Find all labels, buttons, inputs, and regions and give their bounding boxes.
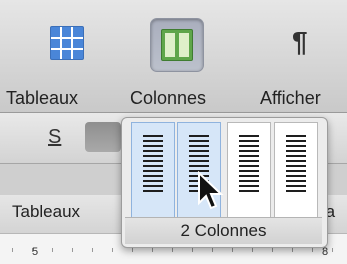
tableaux-label: Tableaux (6, 88, 79, 108)
mouse-pointer-icon (198, 171, 224, 210)
columns-count-label: 2 Colonnes (125, 217, 322, 244)
underline-button[interactable]: S (48, 126, 61, 149)
four-columns-option[interactable] (274, 122, 318, 218)
tableaux-toolbar-button[interactable]: Tableaux (0, 0, 126, 112)
colonnes-label: Colonnes (130, 88, 207, 108)
afficher-label: Afficher (260, 88, 321, 108)
three-columns-icon (239, 135, 259, 195)
format-toggle-button[interactable] (85, 122, 121, 152)
toolbar: Tableaux Colonnes ¶ Afficher (0, 0, 347, 113)
table-grid-icon (46, 22, 86, 62)
one-column-icon (143, 135, 163, 195)
afficher-toolbar-button[interactable]: ¶ Afficher (252, 0, 347, 112)
three-columns-option[interactable] (227, 122, 271, 218)
four-columns-icon (286, 135, 306, 195)
sheet-tab-tableaux[interactable]: Tableaux (12, 202, 80, 222)
ruler-ticks (12, 248, 342, 252)
ruler-number: 5 (32, 246, 39, 258)
pilcrow-icon: ¶ (292, 26, 308, 57)
colonnes-toolbar-button[interactable]: Colonnes (128, 0, 244, 112)
one-column-option[interactable] (131, 122, 175, 218)
columns-icon (150, 18, 204, 72)
